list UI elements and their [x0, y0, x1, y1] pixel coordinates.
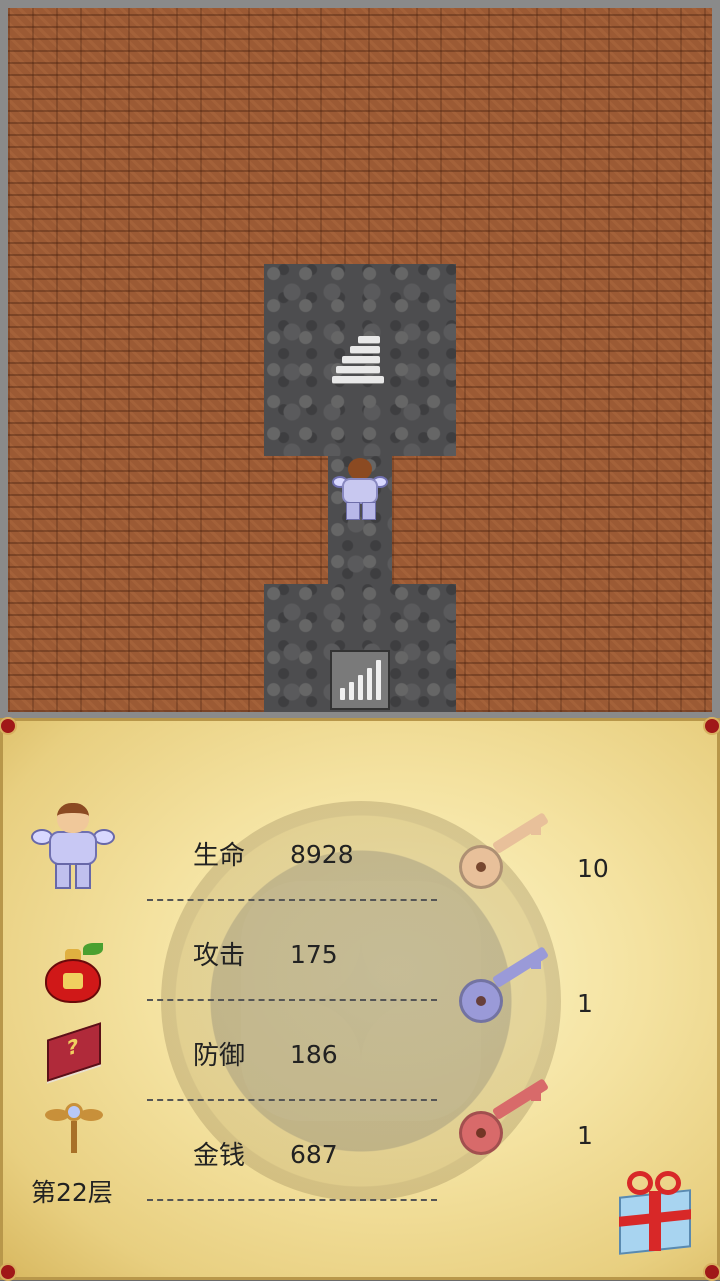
- stairs-down-icon[interactable]: [330, 650, 390, 710]
- gift-box-icon[interactable]: [613, 1169, 697, 1255]
- corner-ornament: [0, 1263, 17, 1281]
- yellow-key-icon: [459, 812, 559, 891]
- stat-label-defense: 防御: [193, 1041, 246, 1071]
- lucky-bag-icon[interactable]: [43, 943, 105, 1005]
- status-panel: ? 第22层 生命 8928 攻击 175 防御 186 金钱 687 10 1…: [0, 717, 720, 1281]
- floor-label: 第22层: [31, 1178, 113, 1207]
- red-key-count: 1: [577, 1121, 593, 1150]
- stat-divider: [147, 999, 437, 1001]
- stat-label-gold: 金钱: [193, 1141, 246, 1171]
- blue-key-icon: [459, 946, 559, 1025]
- stat-divider: [147, 1199, 437, 1201]
- yellow-key-count: 10: [577, 854, 609, 883]
- monster-manual-icon[interactable]: ?: [43, 1022, 105, 1085]
- blue-key-count: 1: [577, 989, 593, 1018]
- stat-value-defense: 186: [290, 1040, 338, 1069]
- hero-portrait-icon: [29, 801, 119, 893]
- red-key-icon: [459, 1078, 559, 1157]
- flight-staff-icon[interactable]: [45, 1099, 103, 1157]
- stat-divider: [147, 1099, 437, 1101]
- stat-value-hp: 8928: [290, 840, 354, 869]
- stairs-up-icon[interactable]: [328, 328, 392, 392]
- corner-ornament: [703, 717, 720, 735]
- stat-label-hp: 生命: [193, 841, 246, 871]
- corner-ornament: [0, 717, 17, 735]
- stat-value-attack: 175: [290, 940, 338, 969]
- game-map: [0, 0, 720, 718]
- stat-label-attack: 攻击: [193, 941, 246, 971]
- hero-sprite[interactable]: [328, 456, 392, 520]
- corner-ornament: [703, 1263, 720, 1281]
- stat-divider: [147, 899, 437, 901]
- map-viewport: [8, 8, 712, 712]
- stat-value-gold: 687: [290, 1140, 338, 1169]
